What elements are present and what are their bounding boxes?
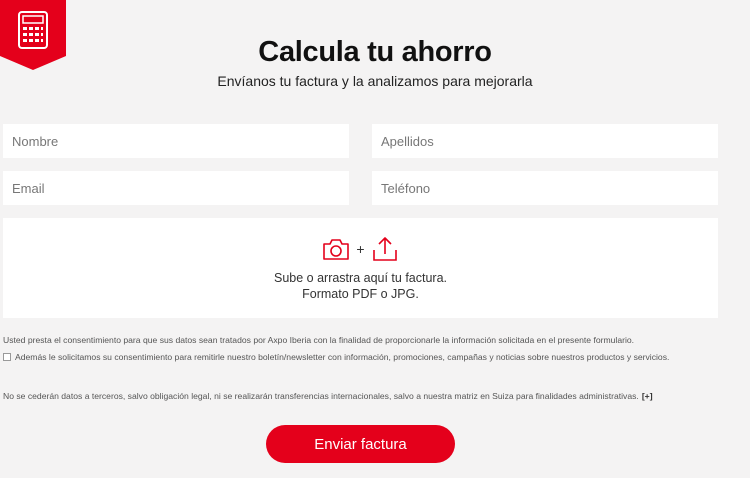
camera-icon xyxy=(323,239,350,260)
upload-icon xyxy=(372,237,397,261)
newsletter-text: Además le solicitamos su consentimiento … xyxy=(15,352,670,362)
upload-icons: + xyxy=(3,236,718,262)
telefono-input[interactable] xyxy=(372,171,718,205)
submit-invoice-button[interactable]: Enviar factura xyxy=(266,425,455,463)
upload-instruction: Sube o arrastra aquí tu factura. xyxy=(273,271,448,285)
apellidos-input[interactable] xyxy=(372,124,718,158)
plus-sign: + xyxy=(356,241,365,257)
newsletter-consent: Además le solicitamos su consentimiento … xyxy=(3,351,708,364)
email-input[interactable] xyxy=(3,171,349,205)
consent-text: Usted presta el consentimiento para que … xyxy=(3,335,635,345)
nombre-input[interactable] xyxy=(3,124,349,158)
newsletter-checkbox[interactable] xyxy=(3,353,11,361)
third-party-notice: No se cederán datos a terceros, salvo ob… xyxy=(3,391,639,401)
upload-format: Formato PDF o JPG. xyxy=(302,287,419,301)
invoice-dropzone[interactable]: + Sube o arrastra aquí tu factura. Forma… xyxy=(3,218,718,318)
more-info-link[interactable]: [+] xyxy=(642,391,653,401)
page-title: Calcula tu ahorro xyxy=(258,36,492,68)
third-party-text: No se cederán datos a terceros, salvo ob… xyxy=(3,390,708,403)
page-subtitle: Envíanos tu factura y la analizamos para… xyxy=(217,73,533,89)
